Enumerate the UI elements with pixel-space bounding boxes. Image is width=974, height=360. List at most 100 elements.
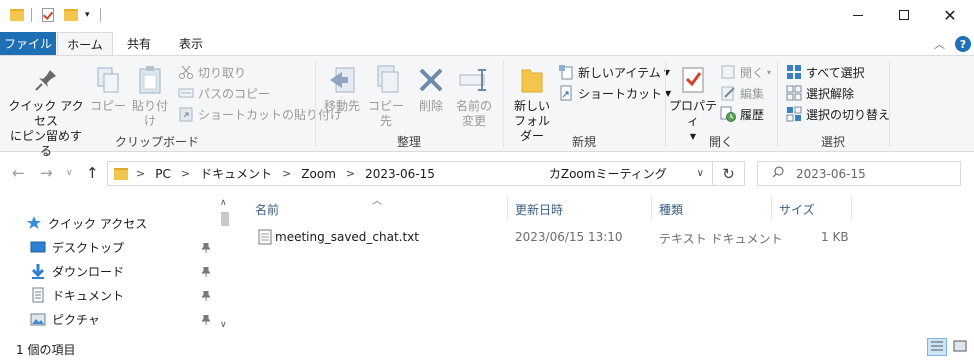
nav-item-downloads[interactable]: ダウンロード <box>30 260 124 282</box>
rename-button[interactable]: 名前の 変更 <box>452 64 496 129</box>
open-label: 開く <box>740 65 765 80</box>
new-folder-quick-icon[interactable] <box>64 6 78 24</box>
column-divider[interactable] <box>851 196 852 220</box>
column-divider[interactable] <box>771 196 772 220</box>
details-view-button[interactable] <box>927 338 947 356</box>
maximize-button[interactable] <box>881 0 927 30</box>
scissors-icon <box>178 64 194 80</box>
breadcrumb-date-folder[interactable]: 2023-06-15 <box>365 167 435 181</box>
new-item-icon <box>558 64 574 80</box>
download-arrow-icon <box>30 263 46 279</box>
copy-to-button[interactable]: コピー先 <box>364 64 408 129</box>
properties-quick-icon[interactable] <box>42 6 54 24</box>
column-header-name[interactable]: 名前 <box>255 200 505 218</box>
breadcrumb-pc[interactable]: PC <box>155 167 171 181</box>
column-label-type: 種類 <box>659 202 684 217</box>
column-header-type[interactable]: 種類 <box>659 200 769 218</box>
nav-item-documents[interactable]: ドキュメント <box>30 284 124 306</box>
table-row[interactable]: meeting_saved_chat.txt 2023/06/15 13:10 … <box>250 226 850 248</box>
nav-item-pictures[interactable]: ピクチャ <box>30 308 100 330</box>
delete-button[interactable]: 削除 <box>414 64 448 114</box>
search-input[interactable]: 2023-06-15 <box>757 161 961 186</box>
select-all-icon <box>786 64 802 80</box>
file-modified: 2023/06/15 13:10 <box>515 230 623 244</box>
open-button[interactable]: 開く ▾ <box>720 62 771 82</box>
help-icon[interactable]: ? <box>955 36 971 52</box>
address-bar[interactable]: > PC > ドキュメント > Zoom > 2023-06-15 カZoomミ… <box>107 161 713 186</box>
new-folder-button[interactable]: 新しい フォルダー <box>510 64 554 144</box>
invert-selection-label: 選択の切り替え <box>806 107 891 122</box>
group-label-new: 新規 <box>571 135 596 149</box>
shortcut-button[interactable]: ショートカット ▼ <box>558 83 671 103</box>
paste-shortcut-icon <box>178 106 194 122</box>
properties-button[interactable]: プロパティ ▼ <box>668 64 718 144</box>
copy-to-icon <box>370 64 402 96</box>
group-organize: 移動先 コピー先 削除 名前の 変更 整理 <box>316 56 502 153</box>
column-divider[interactable] <box>651 196 652 220</box>
group-clipboard: クイック アクセス にピン留めする コピー 貼り付け 切り取り パスのコピー シ… <box>0 56 342 159</box>
close-button[interactable]: ✕ <box>927 0 973 30</box>
ribbon: クイック アクセス にピン留めする コピー 貼り付け 切り取り パスのコピー シ… <box>0 55 974 159</box>
up-arrow-icon[interactable]: ↑ <box>86 164 99 182</box>
pin-icon[interactable] <box>200 242 212 253</box>
pin-icon[interactable] <box>200 314 212 325</box>
new-item-button[interactable]: 新しいアイテム ▼ <box>558 62 670 82</box>
pin-icon[interactable] <box>200 290 212 301</box>
breadcrumb-trailing-text[interactable]: カZoomミーティング <box>549 165 667 182</box>
copy-button[interactable]: コピー <box>90 64 126 114</box>
chevron-right-icon: > <box>345 167 356 180</box>
pictures-icon <box>30 311 46 327</box>
nav-item-quick-access[interactable]: クイック アクセス <box>26 212 147 234</box>
refresh-button[interactable]: ↻ <box>713 161 745 186</box>
search-icon <box>772 166 784 181</box>
back-arrow-icon[interactable]: ← <box>12 164 25 182</box>
nav-label-downloads: ダウンロード <box>52 264 125 279</box>
group-label-select: 選択 <box>820 135 845 149</box>
edit-button[interactable]: 編集 <box>720 83 764 103</box>
recent-locations-chevron-icon[interactable]: ∨ <box>66 168 73 178</box>
scrollbar-thumb[interactable] <box>221 212 229 226</box>
scroll-up-icon[interactable]: ∧ <box>220 198 227 208</box>
tab-view[interactable]: 表示 <box>170 32 212 55</box>
large-icons-view-button[interactable] <box>950 338 970 356</box>
scroll-down-icon[interactable]: ∨ <box>220 320 227 330</box>
select-none-button[interactable]: 選択解除 <box>786 83 854 103</box>
chevron-right-icon: > <box>136 167 146 180</box>
column-label-modified: 更新日時 <box>515 202 564 217</box>
breadcrumb-documents[interactable]: ドキュメント <box>200 165 272 182</box>
cut-button[interactable]: 切り取り <box>178 62 246 82</box>
nav-label-pictures: ピクチャ <box>52 312 100 327</box>
address-dropdown-chevron-icon[interactable]: ∨ <box>697 168 704 179</box>
copy-path-button[interactable]: パスのコピー <box>178 83 270 103</box>
document-icon <box>30 287 46 303</box>
nav-pane-scrollbar[interactable]: ∧ ∨ <box>218 196 232 336</box>
column-header-modified[interactable]: 更新日時 <box>515 200 649 218</box>
tab-home[interactable]: ホーム <box>57 32 113 55</box>
invert-selection-button[interactable]: 選択の切り替え <box>786 104 890 124</box>
nav-item-desktop[interactable]: デスクトップ <box>30 236 124 258</box>
tab-file[interactable]: ファイル <box>0 32 56 55</box>
ribbon-tabs: ファイル ホーム 共有 表示 <box>0 32 974 55</box>
forward-arrow-icon[interactable]: → <box>40 164 53 182</box>
group-new: 新しい フォルダー 新しいアイテム ▼ ショートカット ▼ 新規 <box>504 56 671 153</box>
select-none-label: 選択解除 <box>806 86 855 101</box>
desktop-icon <box>30 239 46 255</box>
column-label-size: サイズ <box>779 202 815 217</box>
tab-share[interactable]: 共有 <box>118 32 160 55</box>
divider <box>889 61 890 147</box>
customize-quick-access-icon[interactable]: ▾ <box>85 6 90 24</box>
minimize-button[interactable] <box>835 0 881 30</box>
history-button[interactable]: 履歴 <box>720 104 764 124</box>
properties-label: プロパティ <box>668 99 717 128</box>
select-all-button[interactable]: すべて選択 <box>786 62 865 82</box>
move-to-button[interactable]: 移動先 <box>320 64 364 114</box>
column-header-size[interactable]: サイズ <box>779 200 849 218</box>
paste-button[interactable]: 貼り付け <box>128 64 172 129</box>
collapse-ribbon-icon[interactable]: ︿ <box>934 36 945 52</box>
cut-label: 切り取り <box>198 65 247 80</box>
pin-icon[interactable] <box>200 266 212 277</box>
properties-icon <box>677 64 709 96</box>
breadcrumb-zoom[interactable]: Zoom <box>301 167 336 181</box>
column-divider[interactable] <box>507 196 508 220</box>
edit-icon <box>720 85 736 101</box>
